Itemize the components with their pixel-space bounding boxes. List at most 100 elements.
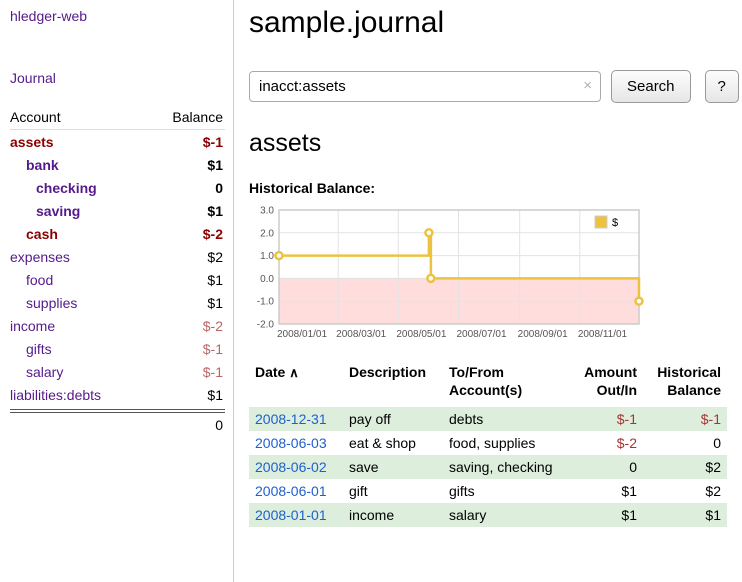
account-link-supplies[interactable]: supplies (10, 295, 77, 311)
balance-cell: $-1 (643, 407, 727, 431)
amount-cell: $1 (569, 503, 643, 527)
account-link-expenses[interactable]: expenses (10, 249, 70, 265)
account-row: food $1 (10, 268, 225, 291)
account-row: gifts $-1 (10, 337, 225, 360)
table-row: 2008-06-03 eat & shop food, supplies $-2… (249, 431, 727, 455)
svg-text:-1.0: -1.0 (257, 297, 275, 308)
accounts-total: 0 (10, 413, 225, 433)
svg-text:-2.0: -2.0 (257, 320, 275, 331)
account-row: saving $1 (10, 199, 225, 222)
table-row: 2008-01-01 income salary $1 $1 (249, 503, 727, 527)
account-balance: $-1 (203, 134, 223, 150)
account-link-gifts[interactable]: gifts (10, 341, 52, 357)
table-row: 2008-12-31 pay off debts $-1 $-1 (249, 407, 727, 431)
account-row: expenses $2 (10, 245, 225, 268)
account-balance: $1 (207, 157, 223, 173)
register-table: Date ∧ Description To/From Account(s) Am… (249, 360, 727, 527)
app-title-link[interactable]: hledger-web (10, 8, 225, 24)
help-button[interactable]: ? (705, 70, 739, 103)
table-row: 2008-06-01 gift gifts $1 $2 (249, 479, 727, 503)
chart-title-label: Historical Balance: (249, 180, 739, 196)
accounts-cell: salary (443, 503, 569, 527)
sort-asc-icon: ∧ (289, 365, 299, 380)
account-heading: assets (249, 129, 739, 158)
svg-text:$: $ (612, 217, 618, 229)
balance-cell: 0 (643, 431, 727, 455)
account-link-income[interactable]: income (10, 318, 55, 334)
account-link-assets[interactable]: assets (10, 134, 54, 150)
date-link[interactable]: 2008-12-31 (255, 411, 327, 427)
balance-chart: 3.02.01.00.0-1.0-2.02008/01/012008/03/01… (249, 204, 649, 344)
col-amount: Amount Out/In (569, 360, 643, 407)
account-row: supplies $1 (10, 291, 225, 314)
account-balance: $-1 (203, 341, 223, 357)
account-balance: $1 (207, 387, 223, 403)
description-cell: gift (343, 479, 443, 503)
account-link-food[interactable]: food (10, 272, 53, 288)
accounts-column-label: Account (10, 109, 61, 125)
balance-cell: $1 (643, 503, 727, 527)
balance-cell: $2 (643, 455, 727, 479)
amount-cell: $-1 (569, 407, 643, 431)
date-link[interactable]: 2008-06-02 (255, 459, 327, 475)
account-link-bank[interactable]: bank (10, 157, 59, 173)
svg-text:2.0: 2.0 (260, 228, 274, 239)
account-row: checking 0 (10, 176, 225, 199)
account-link-cash[interactable]: cash (10, 226, 58, 242)
search-form: × Search ? (249, 70, 739, 103)
register-header-row: Date ∧ Description To/From Account(s) Am… (249, 360, 727, 407)
account-balance: $2 (207, 249, 223, 265)
account-balance: $1 (207, 295, 223, 311)
svg-text:0.0: 0.0 (260, 274, 274, 285)
col-balance: Historical Balance (643, 360, 727, 407)
account-link-checking[interactable]: checking (10, 180, 97, 196)
svg-text:2008/09/01: 2008/09/01 (518, 329, 568, 340)
balance-column-label: Balance (172, 109, 223, 125)
account-row: assets $-1 (10, 130, 225, 153)
svg-text:2008/01/01: 2008/01/01 (277, 329, 327, 340)
account-balance: $-1 (203, 364, 223, 380)
svg-text:2008/05/01: 2008/05/01 (396, 329, 446, 340)
date-link[interactable]: 2008-01-01 (255, 507, 327, 523)
account-link-saving[interactable]: saving (10, 203, 80, 219)
svg-text:2008/03/01: 2008/03/01 (336, 329, 386, 340)
nav-journal-link[interactable]: Journal (10, 70, 225, 86)
date-link[interactable]: 2008-06-03 (255, 435, 327, 451)
accounts-cell: debts (443, 407, 569, 431)
accounts-cell: food, supplies (443, 431, 569, 455)
account-row: liabilities:debts $1 (10, 383, 225, 406)
account-balance: $1 (207, 203, 223, 219)
account-balance: $1 (207, 272, 223, 288)
svg-text:3.0: 3.0 (260, 206, 274, 217)
accounts-cell: gifts (443, 479, 569, 503)
col-date[interactable]: Date ∧ (249, 360, 343, 407)
page: hledger-web Journal Account Balance asse… (0, 0, 742, 582)
amount-cell: 0 (569, 455, 643, 479)
amount-cell: $1 (569, 479, 643, 503)
balance-cell: $2 (643, 479, 727, 503)
page-title: sample.journal (249, 6, 739, 40)
description-cell: save (343, 455, 443, 479)
search-button[interactable]: Search (611, 70, 691, 103)
account-balance: $-2 (203, 318, 223, 334)
amount-cell: $-2 (569, 431, 643, 455)
search-input[interactable] (249, 71, 601, 102)
svg-text:2008/11/01: 2008/11/01 (578, 329, 628, 340)
col-description: Description (343, 360, 443, 407)
col-accounts: To/From Account(s) (443, 360, 569, 407)
accounts-table: Account Balance assets $-1 bank $1 check… (10, 106, 225, 433)
description-cell: eat & shop (343, 431, 443, 455)
clear-search-icon[interactable]: × (583, 78, 592, 93)
account-link-liabilities-debts[interactable]: liabilities:debts (10, 387, 101, 403)
main-content: sample.journal × Search ? assets Histori… (234, 0, 742, 582)
svg-text:2008/07/01: 2008/07/01 (457, 329, 507, 340)
account-row: cash $-2 (10, 222, 225, 245)
sidebar: hledger-web Journal Account Balance asse… (0, 0, 234, 582)
table-row: 2008-06-02 save saving, checking 0 $2 (249, 455, 727, 479)
date-link[interactable]: 2008-06-01 (255, 483, 327, 499)
account-link-salary[interactable]: salary (10, 364, 63, 380)
account-row: income $-2 (10, 314, 225, 337)
accounts-table-header: Account Balance (10, 106, 225, 130)
search-box: × (249, 71, 601, 102)
description-cell: pay off (343, 407, 443, 431)
